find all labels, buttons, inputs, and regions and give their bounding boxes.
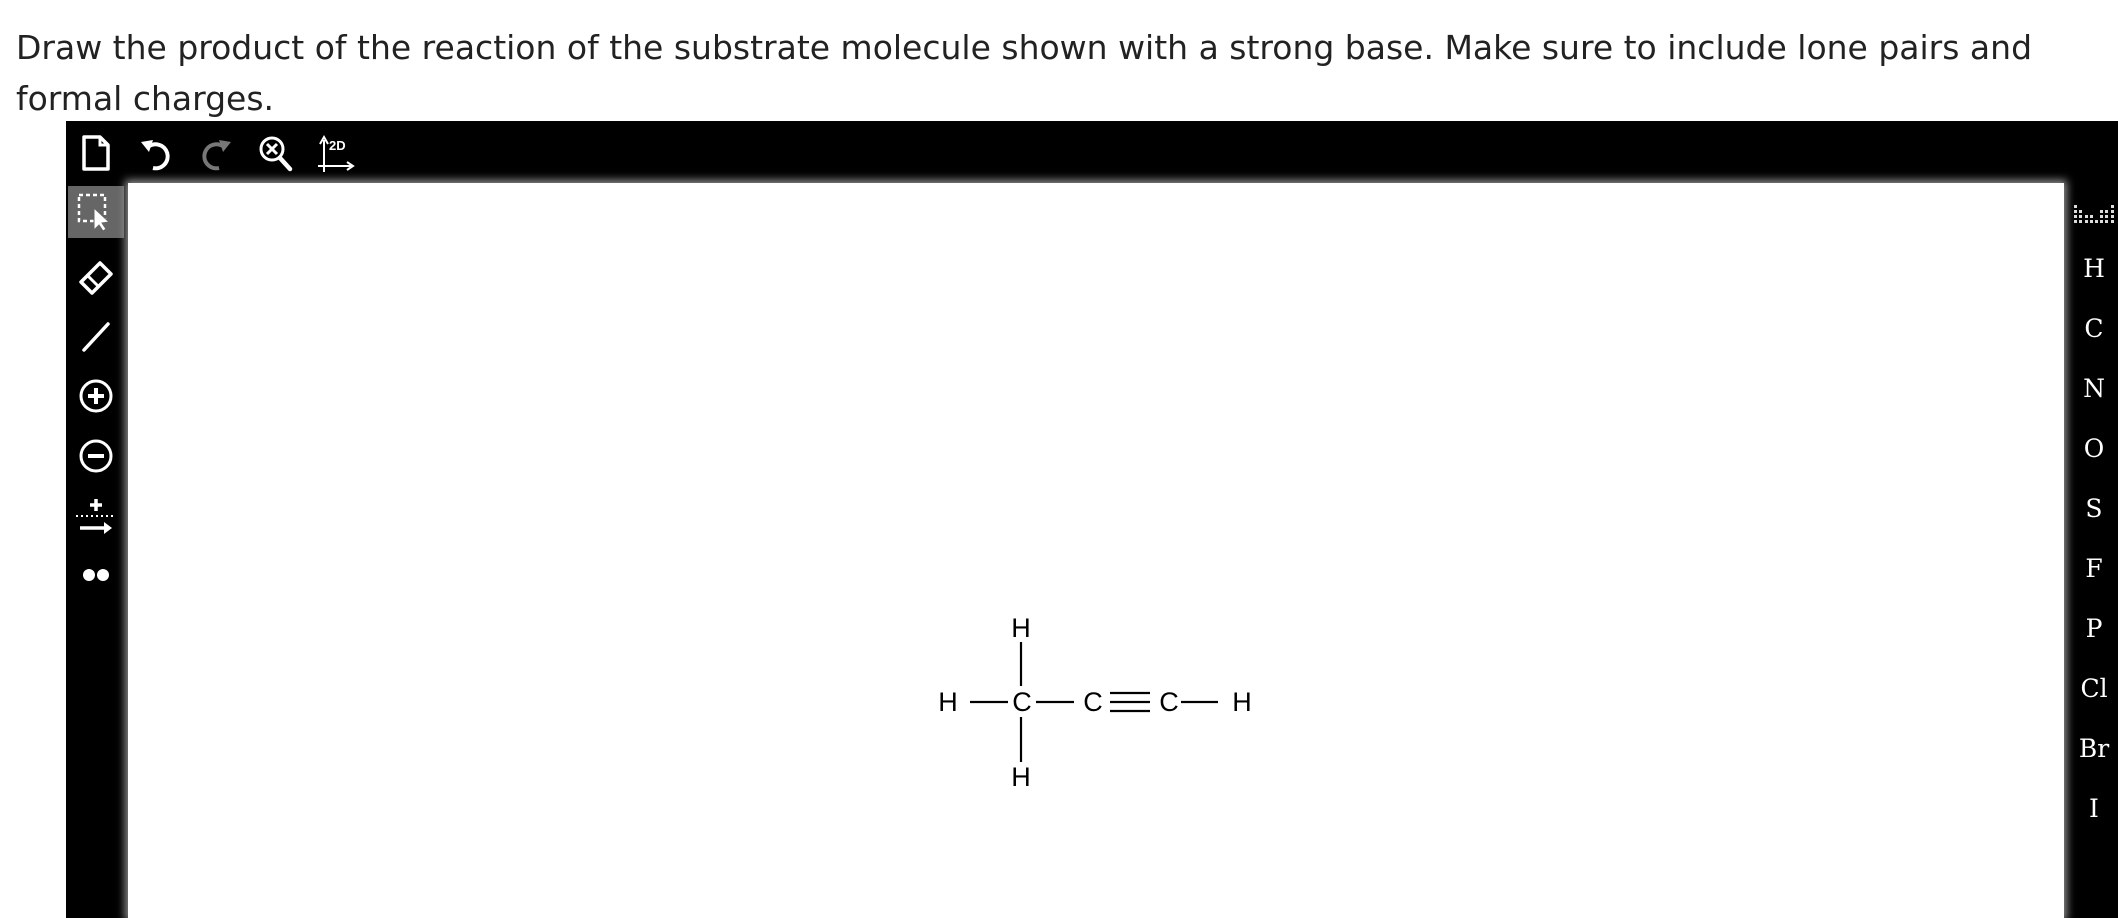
atom-h-bottom[interactable]: H [1009, 764, 1033, 791]
atom-h-left[interactable]: H [936, 689, 960, 716]
atom-c1[interactable]: C [1010, 689, 1034, 716]
atom-c3[interactable]: C [1157, 689, 1181, 716]
atom-h-top[interactable]: H [1009, 615, 1033, 642]
atom-c2[interactable]: C [1081, 689, 1105, 716]
molecule-bonds [970, 642, 1218, 762]
atom-h-right[interactable]: H [1230, 689, 1254, 716]
